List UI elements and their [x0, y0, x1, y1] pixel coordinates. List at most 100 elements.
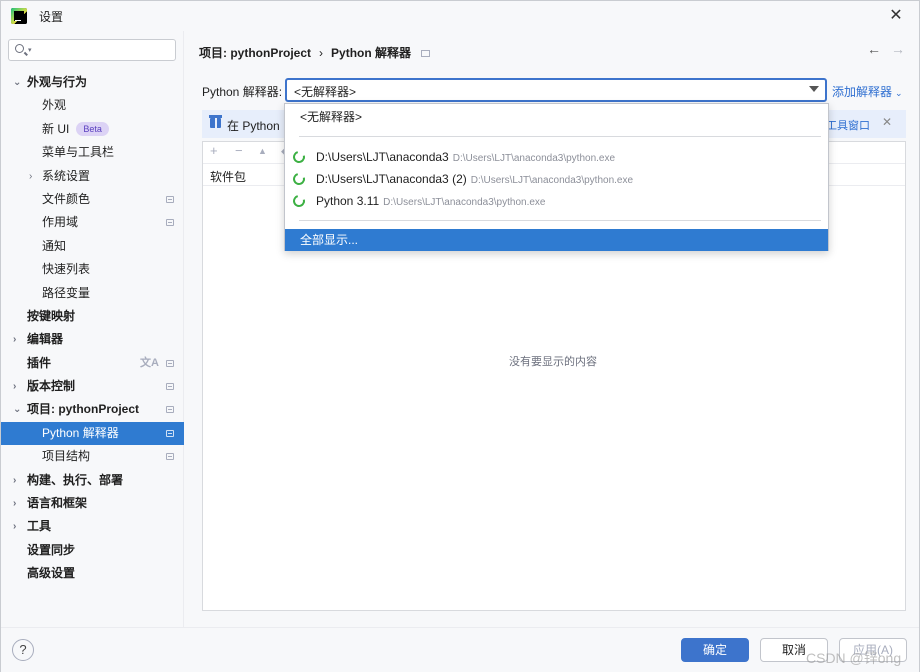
divider: [299, 220, 821, 221]
dropdown-arrow-icon[interactable]: [809, 86, 819, 92]
forward-arrow-icon[interactable]: →: [891, 41, 905, 57]
sidebar-item-label: 外观: [42, 98, 67, 113]
watermark: CSDN @锌ong: [806, 650, 902, 666]
sidebar-item-project[interactable]: ⌄ 项目: pythonProject: [1, 398, 184, 421]
interpreter-dropdown: <无解释器> D:\Users\LJT\anaconda3 D:\Users\LJ…: [284, 103, 829, 251]
sidebar-item-file-colors[interactable]: 文件颜色: [1, 188, 184, 211]
help-icon[interactable]: ?: [12, 639, 34, 661]
sidebar-item-label: 外观与行为: [27, 75, 88, 89]
settings-sidebar: ▾ ⌄ 外观与行为 外观 新 UI Beta 菜单与工具栏 › 系统设置 文件颜色: [1, 31, 184, 627]
dropdown-option-none[interactable]: <无解释器>: [285, 106, 828, 128]
sidebar-item-plugins[interactable]: 插件 文A: [1, 352, 184, 375]
chevron-right-icon[interactable]: ›: [13, 492, 23, 515]
sidebar-item-label: 工具: [27, 519, 52, 534]
breadcrumb-separator: ›: [319, 46, 324, 60]
sidebar-item-label: 项目: pythonProject: [27, 402, 140, 417]
chevron-down-icon[interactable]: ▾: [28, 46, 32, 54]
sidebar-item-scopes[interactable]: 作用域: [1, 211, 184, 234]
upgrade-package-icon[interactable]: ▲: [258, 146, 267, 156]
interpreter-select[interactable]: <无解释器>: [285, 78, 827, 102]
sidebar-item-tools[interactable]: › 工具: [1, 515, 184, 538]
sidebar-item-settings-sync[interactable]: 设置同步: [1, 539, 184, 562]
sidebar-item-system-settings[interactable]: › 系统设置: [1, 165, 184, 188]
option-label: D:\Users\LJT\anaconda3: [316, 150, 449, 164]
breadcrumb-project: 项目: pythonProject: [199, 46, 312, 60]
add-interpreter-label: 添加解释器: [832, 85, 893, 99]
back-arrow-icon[interactable]: ←: [867, 41, 881, 57]
breadcrumb-page: Python 解释器: [331, 46, 412, 60]
sidebar-item-label: 菜单与工具栏: [42, 145, 115, 160]
sidebar-item-path-variables[interactable]: 路径变量: [1, 282, 184, 305]
sidebar-item-new-ui[interactable]: 新 UI Beta: [1, 118, 184, 141]
sidebar-item-label: 高级设置: [27, 566, 76, 581]
sidebar-item-label: 项目结构: [42, 449, 91, 464]
divider: [299, 136, 821, 137]
python-interpreter-icon: [290, 148, 308, 166]
banner-text: 在 Python: [227, 119, 280, 133]
option-label: <无解释器>: [300, 110, 363, 124]
sidebar-item-version-control[interactable]: › 版本控制: [1, 375, 184, 398]
python-interpreter-icon: [290, 192, 308, 210]
option-label: Python 3.11: [316, 194, 380, 208]
chevron-right-icon[interactable]: ›: [13, 515, 23, 538]
project-level-icon: [166, 195, 174, 203]
sidebar-item-keymap[interactable]: 按键映射: [1, 305, 184, 328]
sidebar-item-menus-toolbars[interactable]: 菜单与工具栏: [1, 141, 184, 164]
sidebar-item-label: 设置同步: [27, 542, 76, 557]
settings-tree: ⌄ 外观与行为 外观 新 UI Beta 菜单与工具栏 › 系统设置 文件颜色 作…: [1, 71, 184, 586]
search-icon: [15, 44, 24, 53]
sidebar-item-notifications[interactable]: 通知: [1, 235, 184, 258]
dropdown-option-interpreter[interactable]: Python 3.11 D:\Users\LJT\anaconda3\python…: [285, 190, 828, 212]
option-path: D:\Users\LJT\anaconda3\python.exe: [452, 153, 616, 164]
sidebar-item-editor[interactable]: › 编辑器: [1, 328, 184, 351]
chevron-right-icon[interactable]: ›: [13, 375, 23, 398]
chevron-down-icon: ⌄: [895, 88, 903, 98]
project-level-icon: [166, 406, 174, 414]
project-level-icon: [166, 359, 174, 367]
empty-state-text: 没有要显示的内容: [509, 356, 597, 368]
sidebar-item-label: 编辑器: [27, 332, 64, 347]
project-level-icon: [166, 383, 174, 391]
sidebar-item-build-execution-deployment[interactable]: › 构建、执行、部署: [1, 469, 184, 492]
dropdown-option-show-all[interactable]: 全部显示...: [285, 229, 828, 251]
add-package-icon[interactable]: +: [210, 143, 218, 158]
remove-package-icon[interactable]: −: [235, 143, 243, 158]
sidebar-item-project-structure[interactable]: 项目结构: [1, 445, 184, 468]
add-interpreter-link[interactable]: 添加解释器 ⌄: [832, 83, 903, 100]
chevron-right-icon[interactable]: ›: [29, 165, 39, 188]
translate-icon: 文A: [140, 356, 159, 369]
sidebar-item-label: 语言和框架: [27, 496, 88, 511]
sidebar-item-label: 按键映射: [27, 308, 76, 323]
python-interpreter-icon: [290, 170, 308, 188]
sidebar-item-label: Python 解释器: [42, 425, 119, 440]
option-path: D:\Users\LJT\anaconda3\python.exe: [383, 197, 546, 208]
package-column-label: 软件包: [210, 170, 247, 184]
sidebar-item-languages-frameworks[interactable]: › 语言和框架: [1, 492, 184, 515]
interpreter-select-value: <无解释器>: [294, 85, 357, 99]
close-icon[interactable]: ✕: [882, 115, 892, 129]
chevron-right-icon[interactable]: ›: [13, 469, 23, 492]
sidebar-item-label: 版本控制: [27, 379, 76, 394]
chevron-right-icon[interactable]: ›: [13, 328, 23, 351]
dropdown-option-interpreter[interactable]: D:\Users\LJT\anaconda3 (2) D:\Users\LJT\a…: [285, 168, 828, 190]
dropdown-option-interpreter[interactable]: D:\Users\LJT\anaconda3 D:\Users\LJT\anaco…: [285, 146, 828, 168]
sidebar-item-appearance[interactable]: 外观: [1, 94, 184, 117]
chevron-down-icon[interactable]: ⌄: [13, 398, 23, 421]
dialog-footer: ? 确定 取消 应用(A): [1, 627, 919, 672]
close-icon[interactable]: ✕: [887, 7, 905, 25]
sidebar-item-advanced-settings[interactable]: 高级设置: [1, 562, 184, 585]
title-bar: 设置 ✕: [1, 1, 919, 31]
option-label: 全部显示...: [300, 233, 359, 247]
sidebar-item-appearance-behavior[interactable]: ⌄ 外观与行为: [1, 71, 184, 94]
sidebar-item-label: 系统设置: [42, 168, 91, 183]
sidebar-item-label: 构建、执行、部署: [27, 472, 124, 487]
sidebar-item-label: 通知: [42, 238, 67, 253]
ok-button[interactable]: 确定: [681, 638, 749, 662]
chevron-down-icon[interactable]: ⌄: [13, 71, 23, 94]
sidebar-item-quick-lists[interactable]: 快速列表: [1, 258, 184, 281]
sidebar-item-python-interpreter[interactable]: Python 解释器: [1, 421, 184, 446]
tool-window-link[interactable]: 工具窗口: [826, 117, 870, 133]
search-input[interactable]: ▾: [8, 39, 176, 61]
project-level-icon: [166, 219, 174, 227]
project-level-icon: [421, 50, 431, 57]
